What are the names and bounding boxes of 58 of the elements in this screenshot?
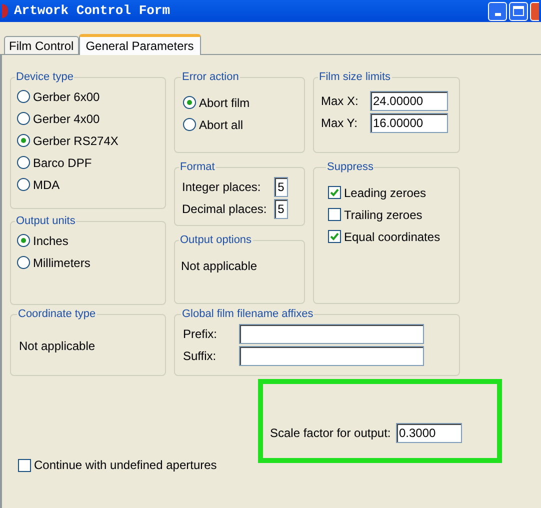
checkbox[interactable]	[18, 458, 31, 472]
group-text: Not applicable	[19, 338, 96, 354]
radio-label: MDA	[33, 176, 60, 194]
radio-label: Abort all	[199, 116, 244, 134]
radio-label: Abort film	[199, 94, 250, 112]
group-title: Global film filename affixes	[181, 307, 314, 322]
checkbox-label: Leading zeroes	[344, 184, 426, 202]
field-label: Prefix:	[183, 326, 218, 342]
group-text: Not applicable	[181, 258, 258, 274]
field-label: Decimal places:	[181, 200, 268, 218]
window-title: Artwork Control Form	[14, 2, 170, 20]
input-field[interactable]: 16.00000	[370, 112, 448, 132]
radio-button[interactable]	[183, 118, 196, 131]
maximize-button[interactable]	[509, 2, 528, 20]
radio-button[interactable]	[183, 96, 196, 109]
input-field[interactable]	[239, 346, 424, 366]
input-field[interactable]: 5	[274, 176, 288, 196]
checkbox-label: Continue with undefined apertures	[34, 457, 217, 474]
radio-button[interactable]	[17, 256, 30, 269]
radio-label: Millimeters	[33, 254, 90, 272]
tab[interactable]: General Parameters	[78, 34, 201, 55]
group-title: Suppress	[326, 160, 374, 175]
field-label: Max Y:	[320, 114, 358, 132]
radio-label: Inches	[33, 232, 68, 250]
group-title: Film size limits	[318, 70, 392, 85]
group-title: Output units	[15, 214, 76, 229]
field-label: Max X:	[320, 92, 360, 110]
input-field[interactable]: 24.00000	[370, 90, 448, 110]
checkbox[interactable]	[328, 208, 341, 221]
field-label: Scale factor for output:	[270, 425, 392, 442]
tab[interactable]: Film Control	[4, 36, 79, 54]
field-label: Integer places:	[181, 178, 262, 196]
radio-label: Gerber RS274X	[33, 132, 118, 150]
group-title: Device type	[15, 70, 74, 85]
radio-label: Barco DPF	[33, 154, 92, 172]
checkbox[interactable]	[328, 230, 341, 243]
checkbox[interactable]	[328, 186, 341, 199]
checkbox-label: Equal coordinates	[344, 228, 440, 246]
input-field[interactable]	[239, 324, 424, 344]
group-title: Output options	[179, 233, 253, 248]
radio-button[interactable]	[17, 156, 30, 169]
input-field[interactable]: 5	[274, 198, 288, 218]
group-title: Format	[179, 160, 216, 175]
field-label: Suffix:	[183, 348, 218, 364]
radio-label: Gerber 6x00	[33, 88, 100, 106]
radio-button[interactable]	[17, 178, 30, 191]
radio-button[interactable]	[17, 90, 30, 103]
radio-button[interactable]	[17, 234, 30, 247]
radio-button[interactable]	[17, 134, 30, 147]
radio-button[interactable]	[17, 112, 30, 125]
close-button[interactable]	[530, 2, 539, 20]
group-title: Coordinate type	[17, 307, 97, 322]
minimize-button[interactable]	[488, 2, 507, 20]
input-field[interactable]: 0.3000	[396, 423, 462, 443]
radio-label: Gerber 4x00	[33, 110, 100, 128]
checkbox-label: Trailing zeroes	[344, 206, 422, 224]
app-icon	[2, 4, 8, 18]
group-title: Error action	[181, 70, 240, 85]
